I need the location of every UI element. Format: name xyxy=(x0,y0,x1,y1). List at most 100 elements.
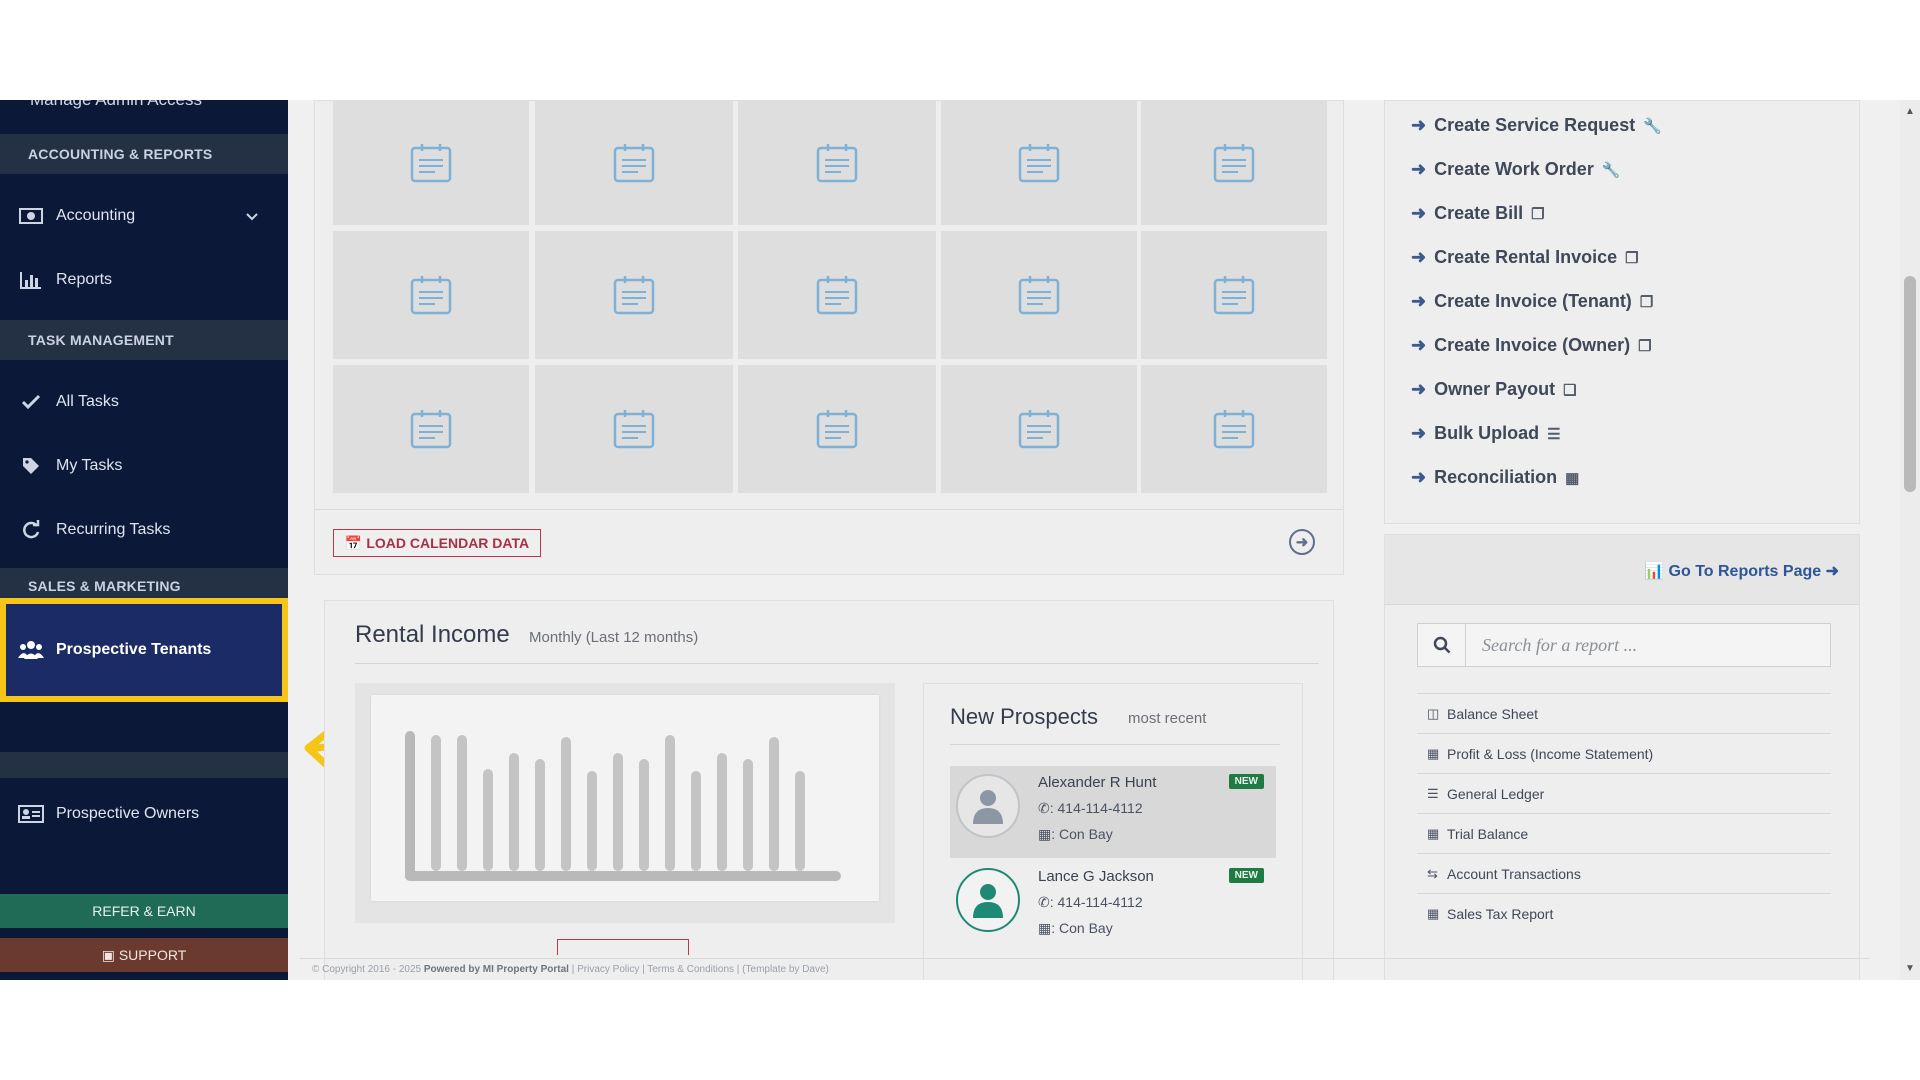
action-label: Create Rental Invoice xyxy=(1434,247,1618,267)
sidebar-item-my-tasks[interactable]: My Tasks xyxy=(0,438,288,494)
rental-income-panel: Rental Income Monthly (Last 12 months) N… xyxy=(324,600,1334,980)
calendar-day-cell[interactable] xyxy=(535,231,733,359)
vertical-scrollbar[interactable]: ▲ ▼ xyxy=(1900,100,1920,980)
calendar-day-cell[interactable] xyxy=(941,231,1137,359)
prospect-location: ▦: Con Bay xyxy=(1038,920,1113,937)
calculator-icon: ▦ xyxy=(1427,745,1440,761)
calendar-day-cell[interactable] xyxy=(1141,231,1327,359)
calendar-day-cell[interactable] xyxy=(738,231,936,359)
calendar-note-icon xyxy=(816,410,858,449)
report-link-sales-tax[interactable]: ▦ Sales Tax Report xyxy=(1417,893,1831,933)
building-icon: ▦: xyxy=(1038,920,1056,936)
action-create-invoice-tenant[interactable]: ➜ Create Invoice (Tenant) ❐ xyxy=(1411,291,1653,312)
calendar-note-icon xyxy=(613,276,655,315)
action-label: Bulk Upload xyxy=(1434,423,1540,443)
search-icon[interactable] xyxy=(1418,624,1466,666)
action-bulk-upload[interactable]: ➜ Bulk Upload ☰ xyxy=(1411,423,1561,444)
reports-header: 📊 Go To Reports Page ➜ xyxy=(1385,535,1859,605)
calendar-day-cell[interactable] xyxy=(941,101,1137,225)
action-create-invoice-owner[interactable]: ➜ Create Invoice (Owner) ❐ xyxy=(1411,335,1652,356)
calendar-day-cell[interactable] xyxy=(738,365,936,493)
action-create-service-request[interactable]: ➜ Create Service Request 🔧 xyxy=(1411,115,1662,136)
sidebar-item-reports[interactable]: Reports xyxy=(0,252,288,308)
new-prospects-title: New Prospects xyxy=(950,704,1098,729)
sidebar-item-accounting[interactable]: Accounting xyxy=(0,188,288,244)
chart-placeholder-inner xyxy=(371,695,879,901)
building-icon: ▦: xyxy=(1038,826,1056,842)
calendar-day-cell[interactable] xyxy=(333,231,529,359)
divider xyxy=(355,663,1319,664)
calendar-day-cell[interactable] xyxy=(1141,101,1327,225)
sidebar-item-label: Accounting xyxy=(56,207,136,224)
calendar-day-cell[interactable] xyxy=(535,101,733,225)
prospect-name[interactable]: Alexander R Hunt xyxy=(1038,774,1156,791)
users-icon xyxy=(18,640,44,660)
report-label: General Ledger xyxy=(1447,785,1545,802)
report-link-account-transactions[interactable]: ⇆ Account Transactions xyxy=(1417,853,1831,893)
copy-icon: ❐ xyxy=(1531,205,1545,223)
calendar-note-icon xyxy=(1018,276,1060,315)
prospect-name[interactable]: Lance G Jackson xyxy=(1038,868,1154,885)
arrow-right-icon: ➜ xyxy=(1411,379,1427,399)
sidebar: Manage Admin Access ACCOUNTING & REPORTS… xyxy=(0,100,288,980)
prospect-phone-value: 414-114-4112 xyxy=(1057,894,1143,910)
prospect-card[interactable]: Lance G Jackson ✆: 414-114-4112 ▦: Con B… xyxy=(950,860,1276,952)
go-to-reports-link[interactable]: 📊 Go To Reports Page ➜ xyxy=(1644,561,1839,581)
calendar-day-cell[interactable] xyxy=(333,365,529,493)
sidebar-item-prospective-owners[interactable]: Prospective Owners xyxy=(0,786,288,842)
sidebar-item-manage-admin-access[interactable]: Manage Admin Access xyxy=(30,100,202,110)
search-input[interactable]: Search for a report ... xyxy=(1466,624,1830,666)
report-link-trial-balance[interactable]: ▦ Trial Balance xyxy=(1417,813,1831,853)
prospect-card[interactable]: Alexander R Hunt ✆: 414-114-4112 ▦: Con … xyxy=(950,766,1276,858)
scroll-down-icon[interactable]: ▼ xyxy=(1905,963,1915,974)
calendar-day-cell[interactable] xyxy=(941,365,1137,493)
sidebar-item-recurring-tasks[interactable]: Recurring Tasks xyxy=(0,502,288,558)
database-icon: ☰ xyxy=(1547,425,1561,443)
avatar xyxy=(956,774,1020,838)
chevron-down-icon[interactable] xyxy=(246,208,258,226)
section-accounting-reports: ACCOUNTING & REPORTS xyxy=(0,134,288,174)
sidebar-item-prospective-tenants[interactable]: Prospective Tenants xyxy=(0,598,288,702)
scroll-up-icon[interactable]: ▲ xyxy=(1905,106,1915,117)
action-label: Create Bill xyxy=(1434,203,1524,223)
calculator-icon: ▦ xyxy=(1565,469,1580,487)
action-label: Reconciliation xyxy=(1434,467,1558,487)
sidebar-item-label: Recurring Tasks xyxy=(56,521,171,538)
footer-links[interactable]: | Privacy Policy | Terms & Conditions | xyxy=(572,964,740,975)
check-icon xyxy=(18,392,44,412)
support-button[interactable]: ▣ SUPPORT xyxy=(0,938,288,972)
phone-icon: ✆: xyxy=(1038,800,1054,816)
action-reconciliation[interactable]: ➜ Reconciliation ▦ xyxy=(1411,467,1579,488)
action-create-bill[interactable]: ➜ Create Bill ❐ xyxy=(1411,203,1545,224)
action-create-rental-invoice[interactable]: ➜ Create Rental Invoice ❐ xyxy=(1411,247,1639,268)
next-arrow-icon[interactable]: ➜ xyxy=(1289,529,1315,555)
prospect-phone-value: 414-114-4112 xyxy=(1057,800,1143,816)
calendar-day-cell[interactable] xyxy=(738,101,936,225)
calendar-day-cell[interactable] xyxy=(535,365,733,493)
arrow-right-icon: ➜ xyxy=(1411,423,1427,443)
refer-earn-button[interactable]: REFER & EARN xyxy=(0,894,288,928)
id-card-icon xyxy=(18,804,44,824)
report-link-profit-loss[interactable]: ▦ Profit & Loss (Income Statement) xyxy=(1417,733,1831,773)
prospect-phone: ✆: 414-114-4112 xyxy=(1038,894,1143,911)
calendar-day-cell[interactable] xyxy=(333,101,529,225)
report-link-general-ledger[interactable]: ☰ General Ledger xyxy=(1417,773,1831,813)
action-owner-payout[interactable]: ➜ Owner Payout ❑ xyxy=(1411,379,1577,400)
report-link-balance-sheet[interactable]: ◫ Balance Sheet xyxy=(1417,693,1831,733)
bar-chart-icon: 📊 xyxy=(1644,563,1665,580)
scroll-thumb[interactable] xyxy=(1904,276,1916,492)
sidebar-item-label: All Tasks xyxy=(56,393,119,410)
arrow-right-icon: ➜ xyxy=(1411,335,1427,355)
calendar-note-icon xyxy=(410,276,452,315)
arrow-right-icon: ➜ xyxy=(1411,247,1427,267)
load-data-button[interactable] xyxy=(557,939,689,955)
report-label: Account Transactions xyxy=(1447,865,1581,882)
page-footer: © Copyright 2016 - 2025 Powered by MI Pr… xyxy=(300,958,1870,980)
action-create-work-order[interactable]: ➜ Create Work Order 🔧 xyxy=(1411,159,1621,180)
report-label: Balance Sheet xyxy=(1447,705,1539,722)
sidebar-item-all-tasks[interactable]: All Tasks xyxy=(0,374,288,430)
calendar-note-icon xyxy=(1018,410,1060,449)
load-calendar-data-button[interactable]: 📅 LOAD CALENDAR DATA xyxy=(333,529,541,557)
powered-by-link[interactable]: Powered by MI Property Portal xyxy=(424,964,569,975)
calendar-day-cell[interactable] xyxy=(1141,365,1327,493)
